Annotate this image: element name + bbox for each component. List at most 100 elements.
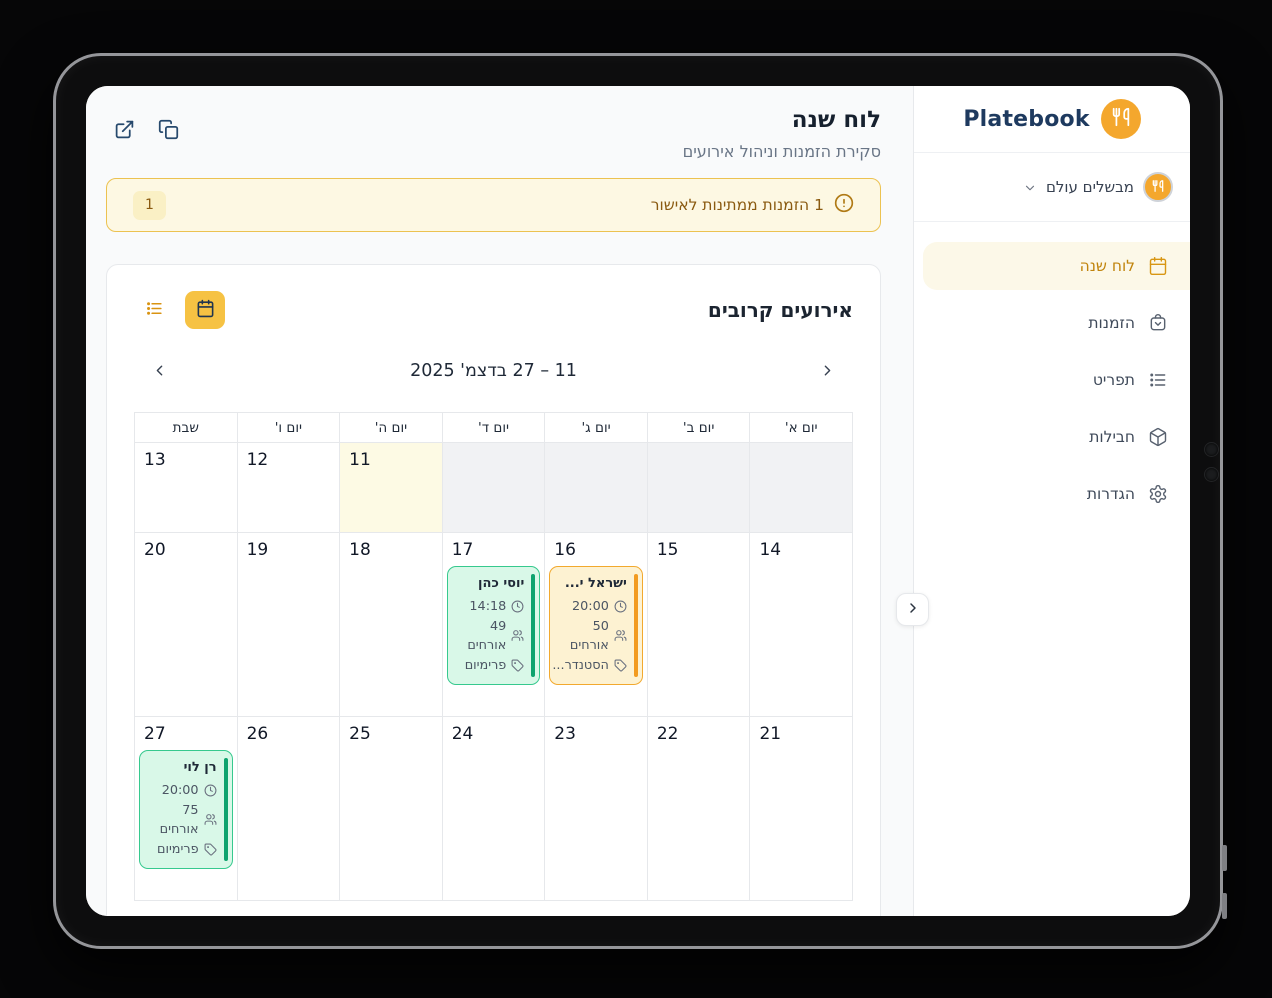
bezel-camera-dot <box>1205 443 1218 456</box>
external-link-icon[interactable] <box>114 119 135 140</box>
day-number: 26 <box>238 717 340 744</box>
day-number: 11 <box>340 443 442 470</box>
calendar-day-cell[interactable]: 14 <box>749 533 852 717</box>
calendar-day-cell[interactable]: 23 <box>544 717 647 901</box>
list-view-button[interactable] <box>134 291 174 329</box>
day-number: 16 <box>545 533 647 560</box>
calendar-day-cell[interactable]: 11 <box>339 443 442 533</box>
header-actions <box>106 107 179 140</box>
calendar-day-cell[interactable]: 17 יוסי כהן 14:18 49 אורחים פרימיום <box>442 533 545 717</box>
calendar-day-cell[interactable]: 21 <box>749 717 852 901</box>
page-header: לוח שנה סקירת הזמנות וניהול אירועים <box>106 107 881 161</box>
day-number: 12 <box>238 443 340 470</box>
event-time: 14:18 <box>454 597 525 616</box>
sidebar-item-menu[interactable]: תפריט <box>923 356 1190 404</box>
event-name: יוסי כהן <box>454 575 525 593</box>
calendar-day-cell[interactable]: 25 <box>339 717 442 901</box>
event-accent-bar <box>634 574 638 677</box>
date-range-nav: 11 – 27 בדצמ' 2025 <box>134 359 853 382</box>
day-number: 23 <box>545 717 647 744</box>
weekday-header: יום ב' <box>647 413 750 443</box>
settings-icon <box>1148 484 1168 504</box>
alert-circle-icon <box>834 193 854 217</box>
day-number: 17 <box>443 533 545 560</box>
event-name: רן לוי <box>146 759 217 777</box>
brand-logo <box>1101 99 1141 139</box>
calendar-day-cell[interactable]: 20 <box>134 533 237 717</box>
calendar-day-cell-disabled <box>544 443 647 533</box>
day-number: 14 <box>750 533 852 560</box>
calendar-view-button[interactable] <box>185 291 225 329</box>
brand-header: Platebook <box>914 86 1190 153</box>
calendar-day-cell[interactable]: 19 <box>237 533 340 717</box>
calendar-day-cell[interactable]: 18 <box>339 533 442 717</box>
event-time: 20:00 <box>556 597 627 616</box>
event-accent-bar <box>224 758 228 861</box>
event-package: פרימיום <box>454 656 525 675</box>
calendar-day-cell[interactable]: 15 <box>647 533 750 717</box>
pending-orders-alert[interactable]: 1 הזמנות ממתינות לאישור 1 <box>106 178 881 232</box>
main-content: לוח שנה סקירת הזמנות וניהול אירועים <box>86 86 913 916</box>
sidebar-item-package[interactable]: חבילות <box>923 413 1190 461</box>
event-accent-bar <box>531 574 535 677</box>
calendar-day-cell-disabled <box>442 443 545 533</box>
day-number: 27 <box>135 717 237 744</box>
calendar-day-cell-disabled <box>647 443 750 533</box>
venue-avatar <box>1143 172 1173 202</box>
event-guests: 50 אורחים <box>556 617 627 655</box>
package-icon <box>1148 427 1168 447</box>
sidebar-item-settings[interactable]: הגדרות <box>923 470 1190 518</box>
calendar-day-cell[interactable]: 27 רן לוי 20:00 75 אורחים פרימיום <box>134 717 237 901</box>
bezel-camera-dot <box>1205 468 1218 481</box>
sidebar: Platebook מבשלים עולם לוח שנה הזמנות <box>913 86 1190 916</box>
sidebar-item-label: תפריט <box>1093 371 1135 389</box>
app-screen: Platebook מבשלים עולם לוח שנה הזמנות <box>86 86 1190 916</box>
calendar-day-cell[interactable]: 26 <box>237 717 340 901</box>
calendar-day-cell[interactable]: 12 <box>237 443 340 533</box>
event-name: ישראל י... <box>556 575 627 593</box>
calendar-icon <box>1148 256 1168 276</box>
day-number: 15 <box>648 533 750 560</box>
chevron-right-icon <box>905 600 921 619</box>
sidebar-collapse-button[interactable] <box>896 593 929 626</box>
page-subtitle: סקירת הזמנות וניהול אירועים <box>683 142 881 161</box>
weekday-header: יום ד' <box>442 413 545 443</box>
sidebar-item-calendar[interactable]: לוח שנה <box>923 242 1190 290</box>
event-time: 20:00 <box>146 781 217 800</box>
page-titles: לוח שנה סקירת הזמנות וניהול אירועים <box>683 107 881 161</box>
date-range-label: 11 – 27 בדצמ' 2025 <box>410 361 577 381</box>
day-number: 24 <box>443 717 545 744</box>
brand-name: Platebook <box>963 107 1089 132</box>
upcoming-events-card: אירועים קרובים <box>106 264 881 916</box>
venue-selector[interactable]: מבשלים עולם <box>914 153 1190 222</box>
view-toggle <box>134 291 225 329</box>
sidebar-item-orders[interactable]: הזמנות <box>923 299 1190 347</box>
weekday-header: יום ה' <box>339 413 442 443</box>
calendar-day-cell[interactable]: 13 <box>134 443 237 533</box>
alert-count-badge: 1 <box>133 191 166 220</box>
sidebar-item-label: הזמנות <box>1088 314 1135 332</box>
alert-message: 1 הזמנות ממתינות לאישור <box>651 193 854 217</box>
chevron-right-icon[interactable] <box>816 359 839 382</box>
weekday-header: יום ו' <box>237 413 340 443</box>
copy-icon[interactable] <box>158 119 179 140</box>
event-card[interactable]: רן לוי 20:00 75 אורחים פרימיום <box>139 750 233 869</box>
event-package: הסטנדר... <box>556 656 627 675</box>
chevron-left-icon[interactable] <box>148 359 171 382</box>
calendar-grid: יום א'יום ב'יום ג'יום ד'יום ה'יום ו'שבת1… <box>134 412 853 901</box>
calendar-day-cell[interactable]: 22 <box>647 717 750 901</box>
day-number: 25 <box>340 717 442 744</box>
day-number: 22 <box>648 717 750 744</box>
list-icon <box>145 299 164 321</box>
event-package: פרימיום <box>146 840 217 859</box>
tablet-side-button <box>1222 845 1227 871</box>
menu-icon <box>1148 370 1168 390</box>
weekday-header: יום א' <box>749 413 852 443</box>
calendar-day-cell[interactable]: 16 ישראל י... 20:00 50 אורחים הסטנדר... <box>544 533 647 717</box>
calendar-day-cell-disabled <box>749 443 852 533</box>
venue-label: מבשלים עולם <box>1046 178 1134 196</box>
event-card[interactable]: ישראל י... 20:00 50 אורחים הסטנדר... <box>549 566 643 685</box>
calendar-day-cell[interactable]: 24 <box>442 717 545 901</box>
tablet-frame: Platebook מבשלים עולם לוח שנה הזמנות <box>53 53 1223 949</box>
event-card[interactable]: יוסי כהן 14:18 49 אורחים פרימיום <box>447 566 541 685</box>
